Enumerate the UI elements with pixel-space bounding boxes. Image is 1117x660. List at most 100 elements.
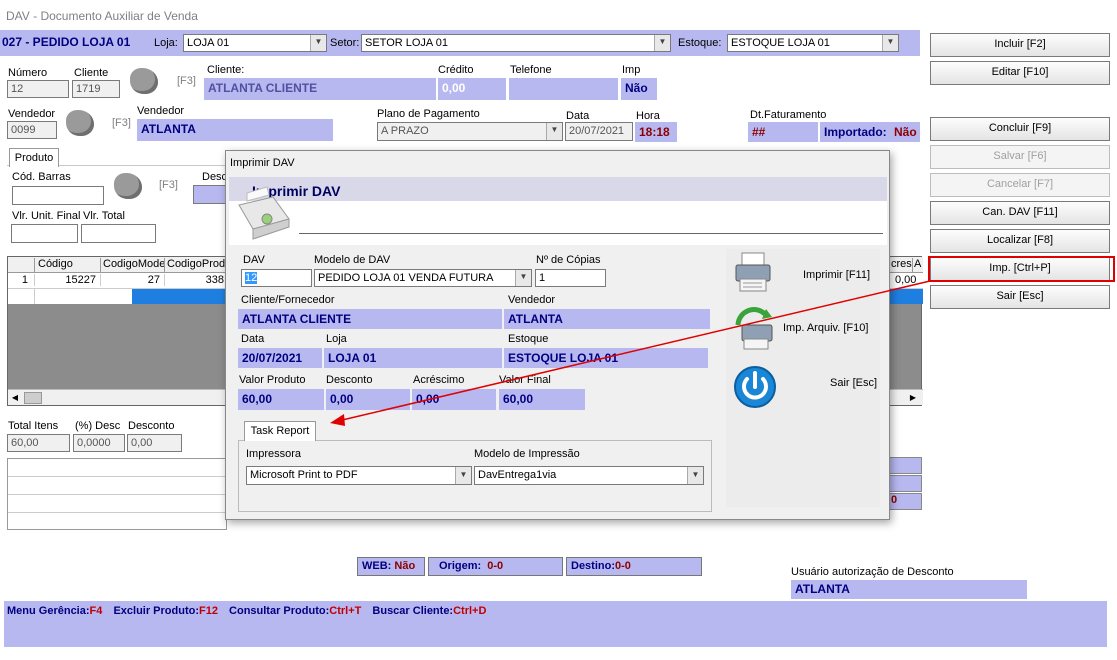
descricao-label: Desc [202,171,228,183]
cliente-name-label: Cliente: [207,64,245,76]
imprimir-action[interactable]: Imprimir [F11] [726,249,880,303]
grid-header-partial-1: cres. [888,258,912,273]
dt-faturamento-label: Dt.Faturamento [750,109,827,121]
vlr-unit-label: Vlr. Unit. Final [12,210,81,222]
dt-faturamento-value: ## [748,122,818,142]
dialog-heading-area: Imprimir DAV [229,177,887,245]
importado-badge: Importado: Não [820,122,920,142]
imp-button-highlight [928,256,1115,282]
modelo-impressao-label: Modelo de Impressão [474,448,580,460]
loja-label: Loja: [154,37,178,49]
chevron-down-icon: ▼ [310,35,326,51]
editar-button[interactable]: Editar [F10] [930,61,1110,85]
telefone-value [509,78,618,100]
chevron-down-icon: ▼ [455,467,471,484]
cliente-search-icon[interactable] [130,68,158,94]
credito-label: Crédito [438,64,474,76]
cod-barras-field[interactable] [12,186,104,205]
copias-label: Nº de Cópias [536,254,601,266]
cliente-f3-hint: [F3] [177,75,196,87]
dialog-cliente-value: ATLANTA CLIENTE [238,309,502,329]
vlr-unit-field[interactable] [11,224,78,243]
cod-barras-label: Cód. Barras [12,171,71,183]
sair-button[interactable]: Sair [Esc] [930,285,1110,309]
tab-produto[interactable]: Produto [9,148,59,167]
usuario-desconto-value: ATLANTA [791,580,1027,599]
vendedor-f3-hint: [F3] [112,117,131,129]
modelo-dav-select[interactable]: PEDIDO LOJA 01 VENDA FUTURA ▼ [314,269,532,287]
desconto-field[interactable]: 0,00 [127,434,182,452]
dialog-vendedor-value: ATLANTA [504,309,710,329]
window-title: DAV - Documento Auxiliar de Venda [6,9,198,23]
modelo-impressao-select[interactable]: DavEntrega1via ▼ [474,466,704,485]
loja-select[interactable]: LOJA 01 ▼ [183,34,327,52]
total-itens-label: Total Itens [8,420,59,432]
vendedor-code-field[interactable]: 0099 [7,121,57,139]
payment-list[interactable] [7,458,227,530]
desc-pct-field[interactable]: 0,0000 [73,434,125,452]
desc-pct-label: (%) Desc [75,420,121,432]
printer-dialog-icon [238,186,290,240]
incluir-button[interactable]: Incluir [F2] [930,33,1110,57]
cliente-name-value: ATLANTA CLIENTE [204,78,436,100]
can-dav-button[interactable]: Can. DAV [F11] [930,201,1110,225]
estoque-select[interactable]: ESTOQUE LOJA 01 ▼ [727,34,899,52]
vlr-total-label: Vlr. Total [83,210,125,222]
printer-refresh-icon [735,307,773,350]
setor-select[interactable]: SETOR LOJA 01 ▼ [361,34,671,52]
vendedor-name-value: ATLANTA [137,119,333,141]
origem-status: Origem: 0-0 [428,557,563,576]
descricao-field-partial [193,185,227,204]
tab-task-report[interactable]: Task Report [244,421,316,441]
copias-field[interactable]: 1 [535,269,606,287]
acrescimo-value: 0,00 [412,389,496,410]
destino-status: Destino:0-0 [566,557,702,576]
grid-header-codigomodelo[interactable]: CodigoMode [100,258,164,273]
valor-produto-value: 60,00 [238,389,324,410]
web-status: WEB: Não [357,557,425,576]
plano-label: Plano de Pagamento [377,108,480,120]
vlr-total-field[interactable] [81,224,156,243]
scroll-left-arrow-icon[interactable]: ◀ [8,390,22,406]
dialog-data-value: 20/07/2021 [238,348,322,368]
vendedor-search-icon[interactable] [66,110,94,136]
hora-label: Hora [636,110,660,122]
valor-final-value: 60,00 [499,389,585,410]
chevron-down-icon: ▼ [654,35,670,51]
desconto-label: Desconto [128,420,175,432]
produto-search-icon[interactable] [114,173,142,199]
salvar-button[interactable]: Salvar [F6] [930,145,1110,169]
cliente-code-field[interactable]: 1719 [72,80,120,98]
order-title: 027 - PEDIDO LOJA 01 [2,35,131,49]
credito-value: 0,00 [438,78,506,100]
modelo-dav-label: Modelo de DAV [314,254,391,266]
grid-header-codigo[interactable]: Código [34,258,100,273]
concluir-button[interactable]: Concluir [F9] [930,117,1110,141]
dialog-vendedor-label: Vendedor [508,294,556,306]
dialog-estoque-value: ESTOQUE LOJA 01 [504,348,708,368]
plano-select[interactable]: A PRAZO ▼ [377,122,563,141]
dialog-desconto-value: 0,00 [326,389,410,410]
imprimir-dav-dialog[interactable]: Imprimir DAV Imprimir DAV DAV 12 Modelo … [225,150,890,520]
scroll-right-arrow-icon[interactable]: ▶ [906,390,920,406]
imp-arquivo-action[interactable]: Imp. Arquiv. [F10] [726,305,880,359]
scroll-thumb[interactable] [24,392,42,404]
total-itens-field[interactable]: 60,00 [7,434,70,452]
data-field[interactable]: 20/07/2021 [565,122,633,141]
localizar-button[interactable]: Localizar [F8] [930,229,1110,253]
imp-value: Não [621,78,657,100]
telefone-label: Telefone [510,64,552,76]
cancelar-button[interactable]: Cancelar [F7] [930,173,1110,197]
numero-field[interactable]: 12 [7,80,69,98]
numero-label: Número [8,67,48,79]
grid-header-codigoproduto[interactable]: CodigoProdu [164,258,228,273]
dialog-loja-label: Loja [326,333,347,345]
dialog-cliente-label: Cliente/Fornecedor [241,294,335,306]
dav-number-field[interactable]: 12 [241,269,312,287]
sair-action[interactable]: Sair [Esc] [726,361,880,415]
cliente-label: Cliente [74,67,109,79]
acrescimo-label: Acréscimo [413,374,465,386]
dialog-estoque-label: Estoque [508,333,549,345]
impressora-select[interactable]: Microsoft Print to PDF ▼ [246,466,472,485]
valor-final-label: Valor Final [499,374,551,386]
